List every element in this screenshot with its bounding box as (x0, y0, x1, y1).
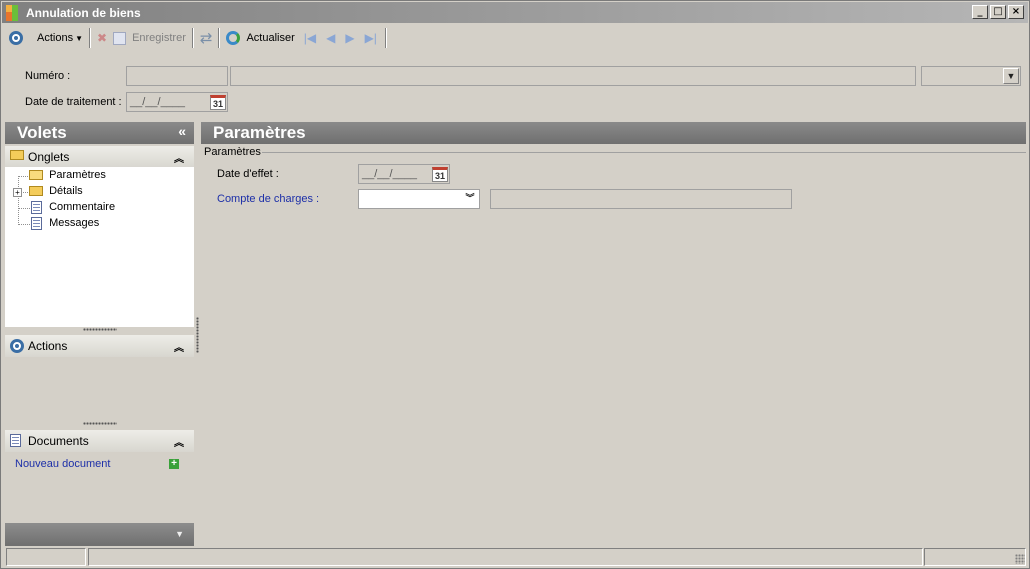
delete-button[interactable]: ✖ (94, 27, 110, 49)
refresh-button[interactable]: Actualiser (223, 27, 297, 49)
toolbar-separator (89, 28, 91, 48)
calendar-icon[interactable]: 31 (210, 95, 226, 110)
resize-grip[interactable] (83, 422, 117, 425)
actions-icon (10, 339, 24, 353)
onglets-tree: Paramètres + Détails Commentaire Message… (5, 167, 194, 327)
actions-section-header[interactable]: Actions ︽ (5, 335, 194, 357)
onglets-title: Onglets (28, 150, 70, 164)
refresh-label: Actualiser (246, 32, 295, 44)
chevron-down-icon[interactable]: ▼ (1003, 68, 1019, 84)
delete-icon: ✖ (97, 31, 108, 45)
actions-icon (9, 31, 23, 45)
save-icon (113, 31, 127, 45)
volets-header: Volets « (5, 122, 194, 144)
window-title: Annulation de biens (26, 6, 141, 20)
document-icon (10, 434, 21, 447)
toolbar: Actions ▼ ✖ Enregistrer ⇄ Actualiser |◀ … (2, 25, 1028, 51)
collapse-pane-icon[interactable]: « (178, 123, 186, 139)
main-header: Paramètres (201, 122, 1026, 144)
numero-select[interactable]: ▼ (921, 66, 1021, 86)
status-cell (924, 548, 1026, 566)
status-bar (4, 548, 1027, 567)
date-effet-label: Date d'effet : (217, 168, 279, 180)
compte-charges-label[interactable]: Compte de charges : (217, 193, 319, 205)
tree-item-details[interactable]: Détails (29, 185, 83, 197)
collapse-section-icon[interactable]: ︽ (174, 339, 184, 354)
onglets-section-header[interactable]: Onglets ︽ (5, 146, 194, 168)
calendar-icon[interactable]: 31 (432, 167, 448, 182)
add-icon[interactable]: + (169, 459, 179, 469)
folder-open-icon (29, 170, 43, 181)
tree-item-commentaire[interactable]: Commentaire (31, 201, 115, 214)
next-record-icon[interactable]: ▶ (345, 31, 354, 45)
group-divider (262, 152, 1026, 153)
last-record-icon[interactable]: ▶| (365, 31, 377, 45)
actions-title: Actions (28, 339, 68, 353)
save-label: Enregistrer (132, 32, 186, 44)
folder-icon (10, 150, 24, 160)
expand-icon[interactable]: + (13, 188, 22, 197)
tree-item-label: Détails (49, 185, 83, 197)
minimize-icon[interactable]: _ (972, 5, 988, 19)
pane-footer[interactable]: ▼ (5, 523, 194, 546)
date-traitement-label: Date de traitement : (25, 96, 122, 108)
maximize-icon[interactable]: □ (990, 5, 1006, 19)
numero-input[interactable] (126, 66, 228, 86)
documents-section-header[interactable]: Documents ︽ (5, 430, 194, 452)
document-icon (31, 217, 42, 230)
previous-record-icon[interactable]: ◀ (326, 31, 335, 45)
sync-icon: ⇄ (199, 29, 213, 47)
numero-label: Numéro : (25, 70, 71, 82)
new-document-link[interactable]: Nouveau document (15, 458, 110, 470)
resize-grip[interactable] (83, 328, 117, 331)
tree-item-label: Paramètres (49, 169, 106, 181)
window-resize-grip[interactable] (1015, 554, 1025, 564)
close-icon[interactable]: × (1008, 5, 1024, 19)
date-traitement-input[interactable]: __/__/____ 31 (126, 92, 228, 112)
folder-icon (29, 186, 43, 197)
status-cell (6, 548, 86, 566)
toolbar-separator (384, 28, 387, 48)
compte-charges-select[interactable]: ︾ (358, 189, 480, 209)
title-bar[interactable]: Annulation de biens _ □ × (2, 2, 1028, 23)
date-mask: __/__/____ (130, 96, 186, 108)
toolbar-separator (218, 28, 221, 48)
chevron-down-icon[interactable]: ▼ (175, 529, 184, 539)
date-effet-input[interactable]: __/__/____ 31 (358, 164, 450, 184)
documents-title: Documents (28, 434, 89, 448)
actions-menu-button[interactable]: Actions ▼ (6, 27, 86, 49)
app-window: Annulation de biens _ □ × Actions ▼ ✖ En… (0, 0, 1030, 569)
tree-item-messages[interactable]: Messages (31, 217, 99, 230)
actions-label: Actions (37, 32, 74, 44)
app-icon (6, 5, 22, 21)
chevron-double-down-icon[interactable]: ︾ (462, 191, 478, 207)
splitter-handle[interactable] (196, 317, 199, 353)
date-mask: __/__/____ (362, 168, 418, 180)
group-title: Paramètres (204, 146, 261, 158)
sync-button[interactable]: ⇄ (197, 27, 216, 49)
save-button[interactable]: Enregistrer (110, 27, 189, 49)
tree-item-label: Commentaire (49, 201, 116, 214)
compte-description-field (490, 189, 792, 209)
document-icon (31, 201, 42, 214)
collapse-section-icon[interactable]: ︽ (174, 150, 184, 165)
first-record-icon[interactable]: |◀ (304, 31, 316, 45)
numero-description-field[interactable] (230, 66, 916, 86)
tree-item-parametres[interactable]: Paramètres (29, 169, 106, 181)
main-title: Paramètres (213, 123, 306, 142)
tree-item-label: Messages (49, 217, 100, 230)
volets-title: Volets (17, 123, 67, 142)
chevron-down-icon: ▼ (75, 33, 83, 43)
refresh-icon (226, 31, 241, 45)
toolbar-separator (191, 28, 194, 48)
collapse-section-icon[interactable]: ︽ (174, 434, 184, 449)
status-cell (88, 548, 923, 566)
